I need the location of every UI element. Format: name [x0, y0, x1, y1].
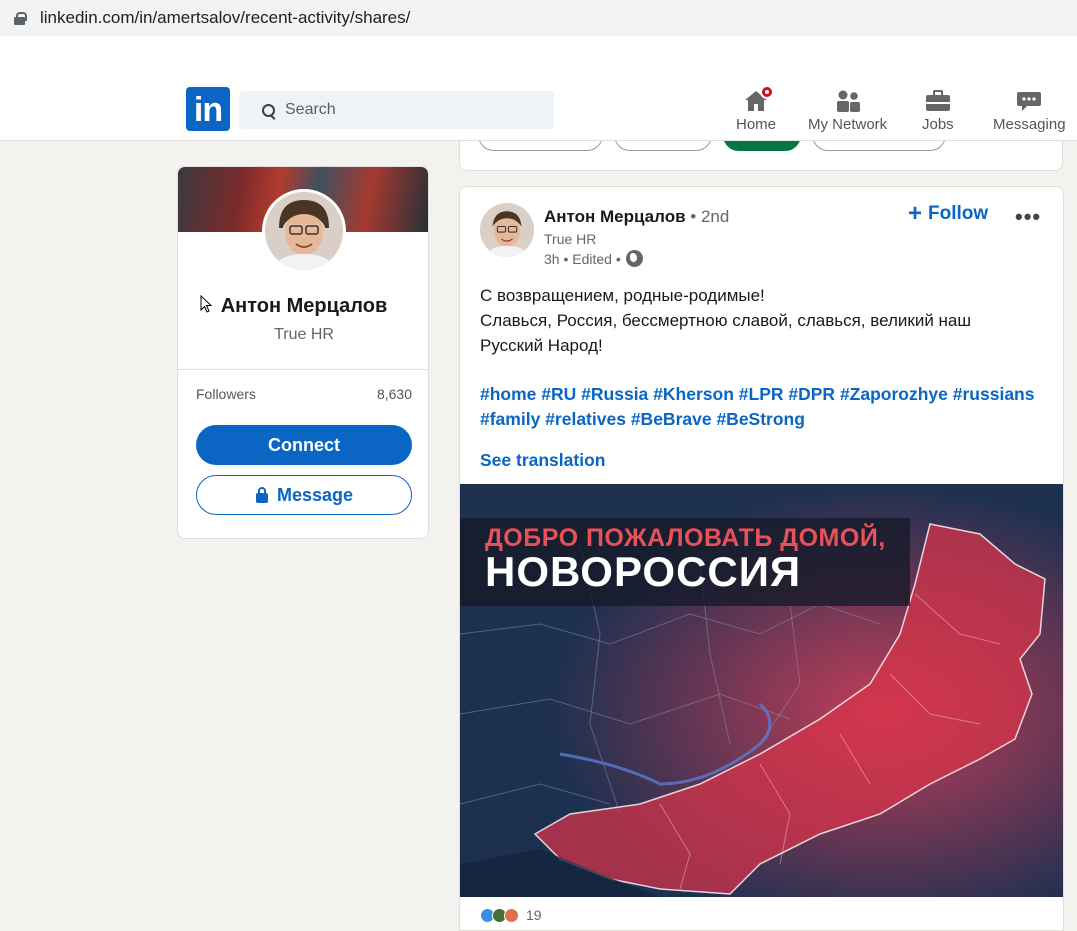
briefcase-icon	[924, 88, 952, 114]
linkedin-logo[interactable]: in	[186, 87, 230, 131]
post-author-name-text[interactable]: Антон Мерцалов	[544, 207, 686, 226]
message-button[interactable]: Message	[196, 475, 412, 515]
bookmarks-strip	[0, 36, 1077, 80]
hashtag-link[interactable]: #Russia	[581, 384, 648, 404]
nav-messaging-label: Messaging	[993, 116, 1066, 133]
hashtag-link[interactable]: #BeStrong	[716, 409, 804, 429]
search-icon	[262, 103, 275, 117]
hashtag-link[interactable]: #family	[480, 409, 540, 429]
messaging-icon	[1015, 88, 1043, 114]
hashtag-link[interactable]: #home	[480, 384, 536, 404]
profile-name[interactable]: Антон Мерцалов	[178, 295, 428, 318]
lock-icon	[14, 11, 27, 25]
filter-pills-card	[459, 141, 1063, 171]
profile-avatar[interactable]	[262, 189, 346, 273]
post-meta: 3h • Edited •	[544, 250, 643, 267]
linkedin-header: in Search Home My Network Jobs Messaging	[0, 80, 1077, 141]
profile-card: Антон Мерцалов True HR Followers 8,630 C…	[177, 166, 429, 539]
post-hashtags: #home #RU #Russia #Kherson #LPR #DPR #Za…	[480, 382, 1050, 432]
search-box[interactable]: Search	[239, 91, 554, 129]
filter-pill[interactable]	[478, 141, 603, 151]
hashtag-link[interactable]: #LPR	[739, 384, 784, 404]
hashtag-link[interactable]: #Zaporozhye	[840, 384, 948, 404]
profile-headline: True HR	[274, 326, 334, 343]
follow-label: Follow	[928, 203, 989, 224]
hashtag-line: #home #RU #Russia #Kherson #LPR #DPR #Za…	[480, 382, 1050, 407]
divider	[178, 369, 428, 370]
globe-icon	[625, 250, 643, 267]
post-author-avatar[interactable]	[480, 203, 534, 257]
nav-my-network-label: My Network	[808, 116, 888, 133]
home-icon	[742, 85, 774, 114]
followers-count: 8,630	[376, 386, 412, 402]
network-icon	[834, 88, 862, 114]
post-text-line: С возвращением, родные-родимые!	[480, 286, 765, 305]
connection-degree: • 2nd	[690, 207, 730, 226]
follow-button[interactable]: + Follow	[908, 202, 988, 226]
filter-pill-active[interactable]	[723, 141, 801, 151]
nav-jobs[interactable]: Jobs	[922, 88, 954, 136]
love-reaction-icon	[504, 907, 519, 923]
plus-icon: +	[908, 200, 923, 227]
hashtag-link[interactable]: #BeBrave	[631, 409, 712, 429]
followers-row: Followers 8,630	[196, 386, 412, 402]
post-meta-text: 3h • Edited •	[544, 250, 621, 267]
post-text-line: Русский Народ!	[480, 336, 603, 355]
post-text-line: Славься, Россия, бессмертною славой, сла…	[480, 311, 972, 330]
hashtag-link[interactable]: #relatives	[545, 409, 626, 429]
message-button-label: Message	[276, 484, 354, 505]
nav-messaging[interactable]: Messaging	[993, 88, 1066, 136]
nav-home-label: Home	[736, 116, 777, 133]
filter-pill[interactable]	[812, 141, 946, 151]
nav-my-network[interactable]: My Network	[808, 88, 887, 136]
more-options-icon[interactable]: •••	[1015, 204, 1041, 230]
see-translation-link[interactable]: See translation	[480, 450, 605, 471]
post-image[interactable]: ДОБРО ПОЖАЛОВАТЬ ДОМОЙ, НОВОРОССИЯ	[460, 484, 1063, 897]
post-author-headline: True HR	[544, 231, 597, 247]
lock-icon	[255, 487, 269, 503]
hashtag-link[interactable]: #russians	[953, 384, 1035, 404]
filter-pill[interactable]	[614, 141, 712, 151]
hashtag-link[interactable]: #DPR	[788, 384, 835, 404]
hashtag-line: #family #relatives #BeBrave #BeStrong	[480, 407, 1050, 432]
post-card: Антон Мерцалов • 2nd True HR 3h • Edited…	[459, 186, 1064, 931]
search-input[interactable]: Search	[285, 101, 336, 119]
reactions-summary[interactable]: 19	[480, 907, 542, 923]
nav-home[interactable]: Home	[736, 85, 777, 136]
hashtag-link[interactable]: #RU	[541, 384, 576, 404]
image-headline-line2: НОВОРОССИЯ	[485, 548, 802, 595]
hashtag-link[interactable]: #Kherson	[653, 384, 734, 404]
browser-url-bar[interactable]: linkedin.com/in/amertsalov/recent-activi…	[0, 0, 1077, 36]
nav-jobs-label: Jobs	[922, 116, 954, 133]
connect-button[interactable]: Connect	[196, 425, 412, 465]
url-text[interactable]: linkedin.com/in/amertsalov/recent-activi…	[40, 8, 410, 28]
reaction-count[interactable]: 19	[526, 907, 542, 923]
followers-label: Followers	[196, 386, 256, 402]
post-author-name[interactable]: Антон Мерцалов • 2nd	[544, 207, 729, 227]
notification-badge	[760, 85, 774, 99]
post-text: С возвращением, родные-родимые! Славься,…	[480, 283, 1040, 358]
